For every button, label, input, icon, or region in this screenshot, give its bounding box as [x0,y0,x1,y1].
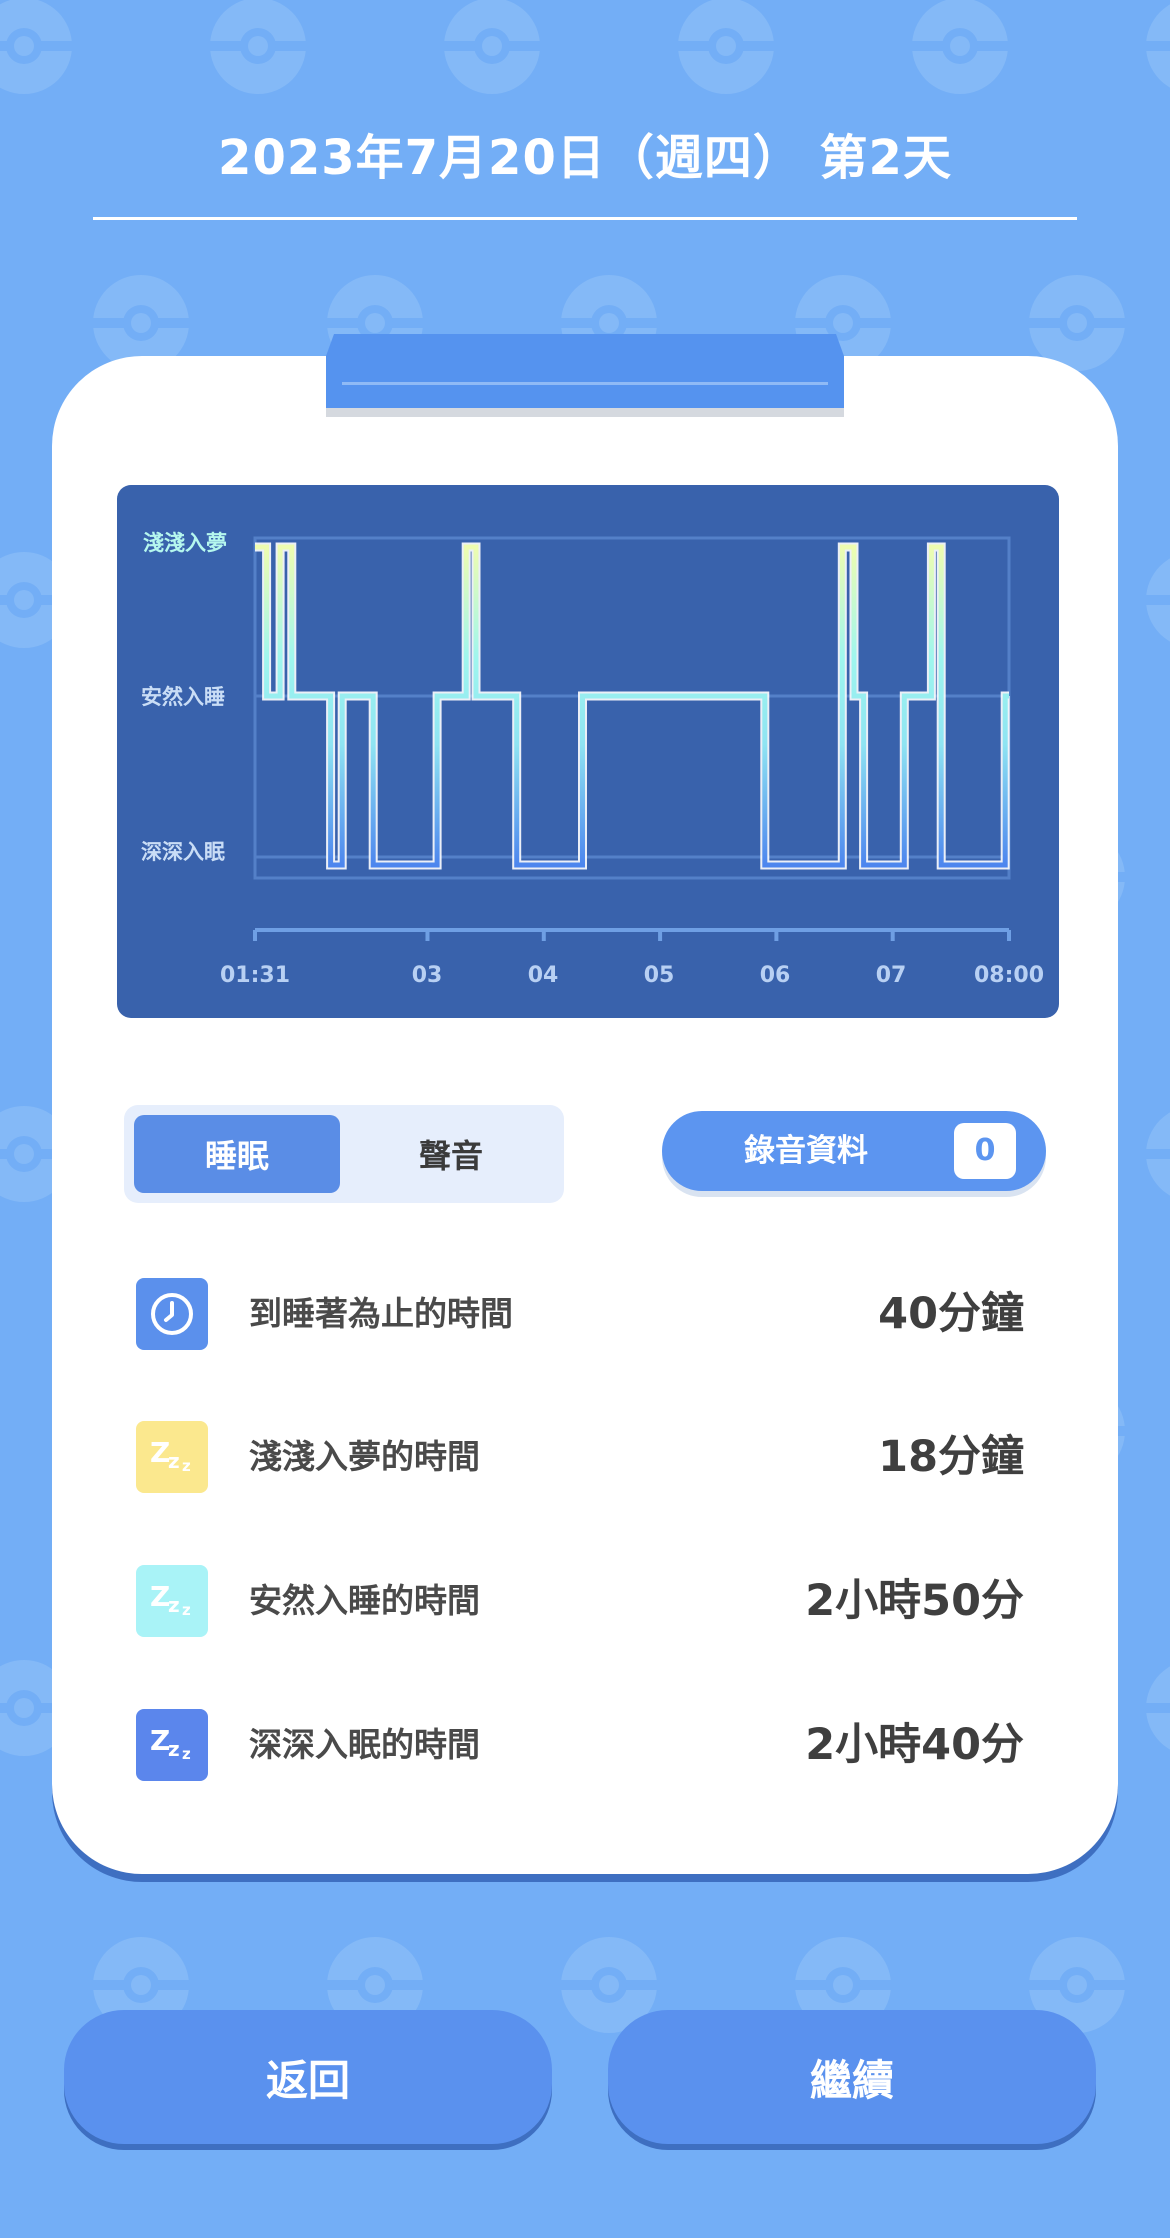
pokeball-pattern-icon [1144,1666,1170,1750]
pokeball-pattern-icon [1144,1112,1170,1196]
pokeball-pattern-icon [676,0,776,94]
zzz-medium-icon: Z z z [136,1565,208,1637]
recording-label: 錄音資料 [744,1133,868,1169]
stat-label: 到睡著為止的時間 [249,1294,513,1333]
y-label-light: 淺淺入夢 [143,531,227,555]
pokeball-pattern-icon [1144,4,1170,88]
stat-value: 2小時50分 [805,1576,1024,1626]
y-label-deep: 深深入眠 [141,840,225,864]
stat-label: 深深入眠的時間 [249,1725,480,1764]
stat-row-deep-sleep: Z z z 深深入眠的時間 2小時40分 [136,1709,1024,1781]
y-label-medium: 安然入睡 [141,685,225,709]
stat-row-time-to-sleep: 到睡著為止的時間 40分鐘 [136,1278,1024,1350]
pokeball-pattern-icon [1144,558,1170,642]
stat-value: 2小時40分 [805,1720,1024,1770]
x-tick-label: 05 [643,963,675,988]
recording-data-button[interactable]: 錄音資料 0 [662,1111,1046,1191]
stat-row-light-sleep: Z z z 淺淺入夢的時間 18分鐘 [136,1421,1024,1493]
zzz-light-icon: Z z z [136,1421,208,1493]
tab-sleep[interactable]: 睡眠 [134,1115,340,1193]
pokeball-pattern-icon [0,0,74,94]
stat-row-medium-sleep: Z z z 安然入睡的時間 2小時50分 [136,1565,1024,1637]
continue-button[interactable]: 繼續 [608,2010,1096,2144]
page-title: 2023年7月20日（週四） 第2天 [218,130,952,186]
sleep-chart: 淺淺入夢 安然入睡 深深入眠 01:31 03 04 05 06 07 08:0… [117,485,1059,1018]
stat-value: 18分鐘 [878,1432,1024,1482]
x-tick-label: 01:31 [219,963,291,988]
title-divider [93,217,1077,220]
pokeball-pattern-icon [442,0,542,94]
back-button[interactable]: 返回 [64,2010,552,2144]
clipboard-clip [326,334,844,417]
sleep-stage-line-outline [255,542,1010,870]
stat-value: 40分鐘 [878,1289,1024,1339]
recording-count-badge: 0 [954,1123,1016,1179]
view-toggle: 睡眠 聲音 [124,1105,564,1203]
plot-frame [253,536,1011,880]
x-tick-label: 03 [411,963,443,988]
zzz-deep-icon: Z z z [136,1709,208,1781]
x-tick-label: 04 [527,963,559,988]
pokeball-pattern-icon [910,0,1010,94]
tab-sound[interactable]: 聲音 [348,1115,554,1193]
x-tick-label: 07 [875,963,907,988]
stat-label: 淺淺入夢的時間 [249,1437,480,1476]
x-tick-label: 08:00 [973,963,1045,988]
x-tick-label: 06 [759,963,791,988]
pokeball-pattern-icon [208,0,308,94]
sleep-stage-line [255,544,1009,868]
stat-label: 安然入睡的時間 [249,1581,480,1620]
clock-icon [136,1278,208,1350]
